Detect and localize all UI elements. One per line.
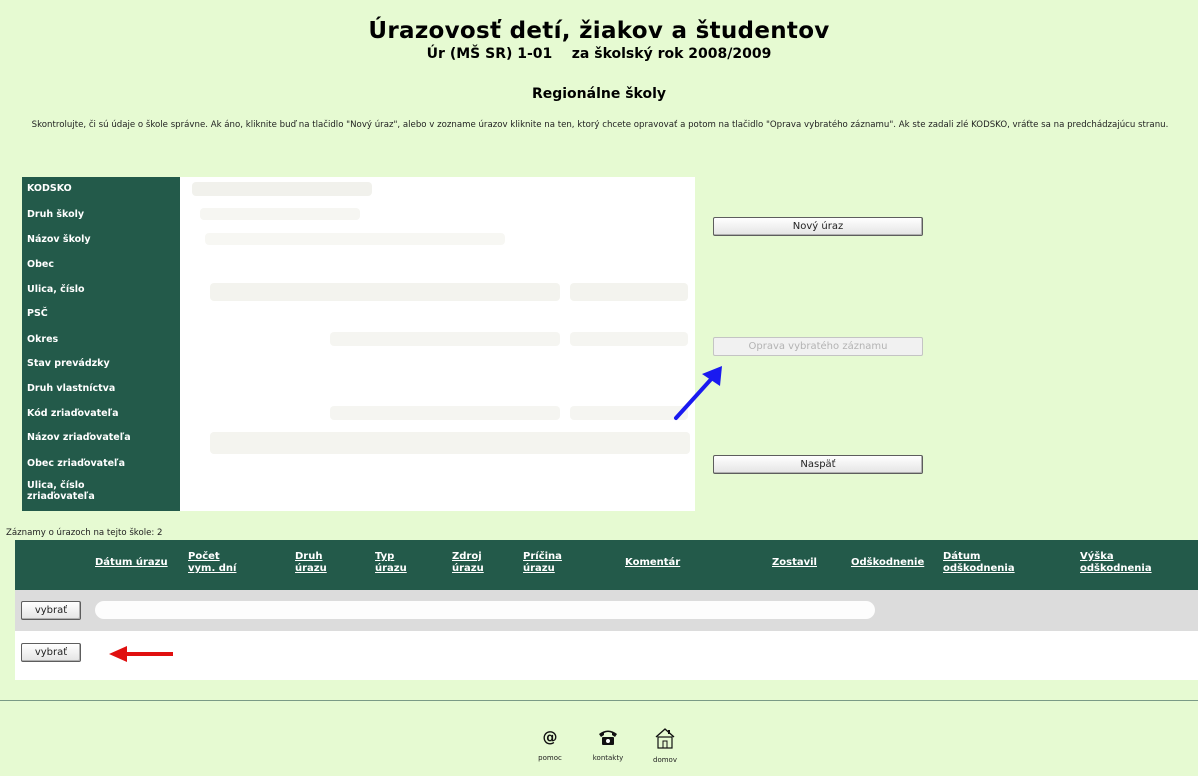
redacted-value (570, 406, 688, 420)
phone-icon (599, 730, 617, 745)
redacted-value (200, 208, 360, 220)
select-row-button[interactable]: vybrať (21, 601, 81, 620)
school-info-labels: KODSKO Druh školy Názov školy Obec Ulica… (22, 177, 180, 511)
column-header-injury-source[interactable]: Zdroj úrazu (452, 551, 492, 575)
redacted-value (210, 432, 690, 454)
label-ownership-type: Druh vlastníctva (27, 383, 116, 394)
section-title: Regionálne školy (531, 86, 667, 102)
label-municipality: Obec (27, 259, 54, 270)
red-annotation-arrow-icon (109, 646, 173, 662)
label-founder-municipality: Obec zriaďovateľa (27, 458, 126, 469)
label-operation-status: Stav prevádzky (27, 358, 110, 369)
label-district: Okres (27, 334, 59, 345)
redacted-value (570, 332, 688, 346)
footer-contacts-link[interactable]: kontakty (583, 726, 633, 762)
new-injury-button[interactable]: Nový úraz (713, 217, 923, 236)
redacted-value (330, 406, 560, 420)
at-icon: @ (543, 728, 558, 746)
column-header-compensation-amount[interactable]: Výška odškodnenia (1080, 551, 1180, 575)
redacted-value (570, 283, 688, 301)
records-table: Dátum úrazu Počet vym. dní Druh úrazu Ty… (15, 540, 1198, 680)
label-founder-street: Ulica, číslo zriaďovateľa (27, 480, 95, 502)
column-header-comment[interactable]: Komentár (625, 557, 680, 569)
column-header-date[interactable]: Dátum úrazu (95, 557, 168, 569)
select-row-button[interactable]: vybrať (21, 643, 81, 662)
footer-home-link[interactable]: domov (640, 726, 690, 764)
instructions-text: Skontrolujte, či sú údaje o škole správn… (31, 120, 1169, 130)
footer-help-label: pomoc (538, 754, 562, 762)
edit-selected-record-button[interactable]: Oprava vybratého záznamu (713, 337, 923, 356)
page-subtitle: Úr (MŠ SR) 1-01 za školský rok 2008/2009 (426, 46, 772, 62)
redacted-value (210, 283, 560, 301)
home-icon (655, 728, 675, 749)
footer-help-link[interactable]: @ pomoc (525, 726, 575, 762)
footer-contacts-label: kontakty (592, 754, 624, 762)
school-info-values (180, 177, 695, 511)
svg-text:@: @ (543, 728, 558, 746)
column-header-injury-cause[interactable]: Príčina úrazu (523, 551, 563, 575)
label-postal-code: PSČ (27, 308, 48, 319)
table-row[interactable]: vybrať (15, 631, 1198, 676)
label-school-type: Druh školy (27, 209, 85, 220)
label-founder-code: Kód zriaďovateľa (27, 408, 119, 419)
redacted-value (192, 182, 372, 196)
footer-home-label: domov (653, 756, 677, 764)
column-header-compensation[interactable]: Odškodnenie (851, 557, 924, 569)
page-title: Úrazovosť detí, žiakov a študentov (368, 18, 830, 44)
redacted-value (330, 332, 560, 346)
redacted-value (205, 233, 505, 245)
column-header-compensation-date[interactable]: Dátum odškodnenia (943, 551, 1043, 575)
column-header-injury-type[interactable]: Typ úrazu (375, 551, 415, 575)
label-kodsko: KODSKO (27, 183, 72, 194)
table-row[interactable]: vybrať (15, 590, 1198, 631)
label-school-name: Názov školy (27, 234, 91, 245)
label-street: Ulica, číslo (27, 284, 85, 295)
records-table-header: Dátum úrazu Počet vym. dní Druh úrazu Ty… (15, 540, 1198, 590)
column-header-compiled-by[interactable]: Zostavil (772, 557, 817, 569)
column-header-days[interactable]: Počet vym. dní (188, 551, 250, 575)
blue-annotation-arrow-icon (674, 366, 722, 420)
records-count: Záznamy o úrazoch na tejto škole: 2 (6, 528, 163, 538)
back-button[interactable]: Naspäť (713, 455, 923, 474)
footer-divider (0, 700, 1198, 701)
redacted-row-content (95, 601, 875, 619)
column-header-injury-kind[interactable]: Druh úrazu (295, 551, 335, 575)
label-founder-name: Názov zriaďovateľa (27, 432, 131, 443)
